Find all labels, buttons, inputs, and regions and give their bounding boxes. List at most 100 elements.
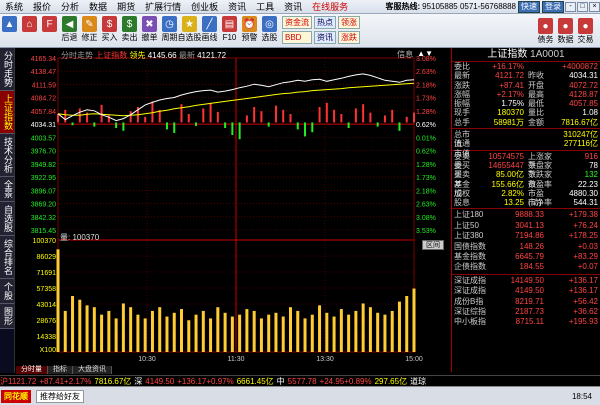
index-price: 148.26 xyxy=(519,241,544,251)
menu-online[interactable]: 在线服务 xyxy=(307,0,353,14)
left-tab-4[interactable]: 自选股 xyxy=(0,202,14,236)
left-tab-1[interactable]: 上证指数 xyxy=(0,91,14,134)
画线-label: 画线 xyxy=(201,33,218,42)
自选股-button[interactable]: ★ 自选股 xyxy=(178,16,202,46)
pct-tick: 1.28% xyxy=(416,109,436,116)
app-logo[interactable]: 同花顺 xyxy=(1,389,31,403)
tag-BBD[interactable]: BBD xyxy=(282,31,312,44)
volume-tick: X100 xyxy=(40,347,56,354)
menu-quote[interactable]: 报价 xyxy=(28,0,56,14)
left-tab-6[interactable]: 个股 xyxy=(0,279,14,304)
minimize-button[interactable]: - xyxy=(565,1,576,12)
quote-row: 振幅 1.75% 最低 4057.85 xyxy=(452,99,600,108)
index-name: 中小板指 xyxy=(454,317,486,327)
index-change: +136.17 xyxy=(568,275,598,285)
quote-value2: 4880.30 xyxy=(569,188,598,198)
left-tab-7[interactable]: 图形 xyxy=(0,304,14,329)
left-tab-2[interactable]: 技术分析 xyxy=(0,134,14,177)
F10-button[interactable]: ▤ F10 xyxy=(220,16,239,46)
tag-资讯[interactable]: 资讯 xyxy=(314,31,336,44)
index-row[interactable]: 中小板指 8715.11 +195.93 xyxy=(452,317,600,327)
quote-rows-orders: 委卖量 10574575 上涨家数 916 委买量 14655447 平盘家数 78 买卖差 85… xyxy=(452,152,600,208)
info-link[interactable]: 信息 xyxy=(397,49,413,60)
tag-资金流[interactable]: 资金流 xyxy=(282,16,312,29)
周期-button[interactable]: ◷ 周期 xyxy=(160,16,179,46)
home-button[interactable]: ⌂ xyxy=(20,16,39,46)
quote-key: 委比 xyxy=(454,62,470,71)
买入-button[interactable]: $ 买入 xyxy=(100,16,119,46)
index-row[interactable]: 深证成指 4149.50 +136.17 xyxy=(452,286,600,296)
menu-futures[interactable]: 期货 xyxy=(112,0,140,14)
chart-lead-price: 4145.66 xyxy=(147,51,177,60)
quote-value: 155.66亿 xyxy=(491,179,524,189)
arrow-up-button[interactable]: ▲ xyxy=(0,16,19,46)
index-row[interactable]: 上证380 7194.86 +178.25 xyxy=(452,231,600,241)
hotline-number: 95105885 0571-56768888 xyxy=(422,2,516,11)
index-row[interactable]: 国债指数 148.26 +0.03 xyxy=(452,242,600,252)
预警-label: 预警 xyxy=(241,33,258,42)
index-name: 企债指数 xyxy=(454,262,486,272)
menu-info[interactable]: 资讯 xyxy=(279,0,307,14)
menu-extended[interactable]: 扩展行情 xyxy=(140,0,186,14)
index-price: 8715.11 xyxy=(515,317,544,327)
卖出-button[interactable]: $ 卖出 xyxy=(120,16,139,46)
quote-value2: 1.08 xyxy=(582,108,598,118)
ticker-item: 6661.45亿 xyxy=(236,377,274,386)
menu-system[interactable]: 系统 xyxy=(0,0,28,14)
left-tab-3[interactable]: 全景 xyxy=(0,177,14,202)
index-row[interactable]: 深证成指 14149.50 +136.17 xyxy=(452,276,600,286)
price-tick: 4057.84 xyxy=(31,109,56,116)
交易-button[interactable]: ● 交易 xyxy=(576,18,595,48)
tab-volume[interactable]: 分时量 xyxy=(16,366,48,374)
ticker-item: 4149.50 xyxy=(145,377,175,386)
index-row[interactable]: 成份B指 8219.71 +56.42 xyxy=(452,297,600,307)
预警-button[interactable]: ⏰ 预警 xyxy=(240,16,259,46)
index-row[interactable]: 企债指数 184.55 +0.07 xyxy=(452,262,600,272)
数据-button[interactable]: ● 数据 xyxy=(556,18,575,48)
tab-market-news[interactable]: 大盘资讯 xyxy=(73,366,112,374)
tag-热点[interactable]: 热点 xyxy=(314,16,336,29)
index-row[interactable]: 基金指数 6645.79 +83.29 xyxy=(452,252,600,262)
status-bar: 同花顺 推荐给好友 18:54 xyxy=(0,386,600,405)
后退-button[interactable]: ◀ 后退 xyxy=(60,16,79,46)
quote-row: 股息 13.25 市净率 544.31 xyxy=(452,198,600,207)
arrows-icon[interactable]: ▲▼ xyxy=(417,49,433,60)
range-button[interactable]: 区间 xyxy=(422,240,444,250)
menu-analysis[interactable]: 分析 xyxy=(56,0,84,14)
画线-button[interactable]: ╱ 画线 xyxy=(200,16,219,46)
撤单-button[interactable]: ✖ 撤单 xyxy=(140,16,159,46)
menu-data[interactable]: 数据 xyxy=(84,0,112,14)
close-button[interactable]: × xyxy=(589,1,600,12)
f-button[interactable]: F xyxy=(40,16,59,46)
recommend-button[interactable]: 推荐给好友 xyxy=(36,389,84,403)
maximize-button[interactable]: □ xyxy=(577,1,588,12)
index-row[interactable]: 深证综指 2187.73 +36.62 xyxy=(452,307,600,317)
login-button[interactable]: 登录 xyxy=(542,0,564,13)
修正-button[interactable]: ✎ 修正 xyxy=(80,16,99,46)
tag-领涨[interactable]: 领涨 xyxy=(338,16,360,29)
left-tab-0[interactable]: 分时走势 xyxy=(0,48,14,91)
tab-indicator[interactable]: 指标 xyxy=(48,366,73,374)
quote-row: 最新 4121.72 昨收 4034.31 xyxy=(452,71,600,80)
status-ticker: 沪1121.72 +87.41+2.17% 7816.67亿深 4149.50 +136… xyxy=(0,375,600,386)
index-row[interactable]: 上证50 3041.13 +76.24 xyxy=(452,221,600,231)
pct-tick: 1.73% xyxy=(416,175,436,182)
toolbar-right: ● 债务 ● 数据 ● 交易 xyxy=(536,18,596,48)
alarm-icon: ⏰ xyxy=(242,16,257,32)
menu-gem[interactable]: 创业板 xyxy=(186,0,223,14)
left-tab-5[interactable]: 综合排名 xyxy=(0,236,14,279)
选股-button[interactable]: ◎ 选股 xyxy=(260,16,279,46)
债务-button[interactable]: ● 债务 xyxy=(536,18,555,48)
volume-tick: 86029 xyxy=(37,254,57,261)
price-tick: 4003.57 xyxy=(31,135,56,142)
menu-tools[interactable]: 工具 xyxy=(251,0,279,14)
quote-title: 上证指数 1A0001 xyxy=(452,48,600,62)
index-change: +195.93 xyxy=(568,317,598,327)
quick-button[interactable]: 快速 xyxy=(518,0,540,13)
clock: 18:54 xyxy=(572,392,592,401)
menu-news[interactable]: 资讯 xyxy=(223,0,251,14)
tag-涨跌[interactable]: 涨跌 xyxy=(338,31,360,44)
quote-key2 xyxy=(528,139,552,148)
intraday-chart[interactable]: 4165.34 3.08% 4138.47 2.63% 4111.59 2.18% 4084… xyxy=(16,48,447,364)
index-row[interactable]: 上证180 9888.33 +179.38 xyxy=(452,210,600,220)
